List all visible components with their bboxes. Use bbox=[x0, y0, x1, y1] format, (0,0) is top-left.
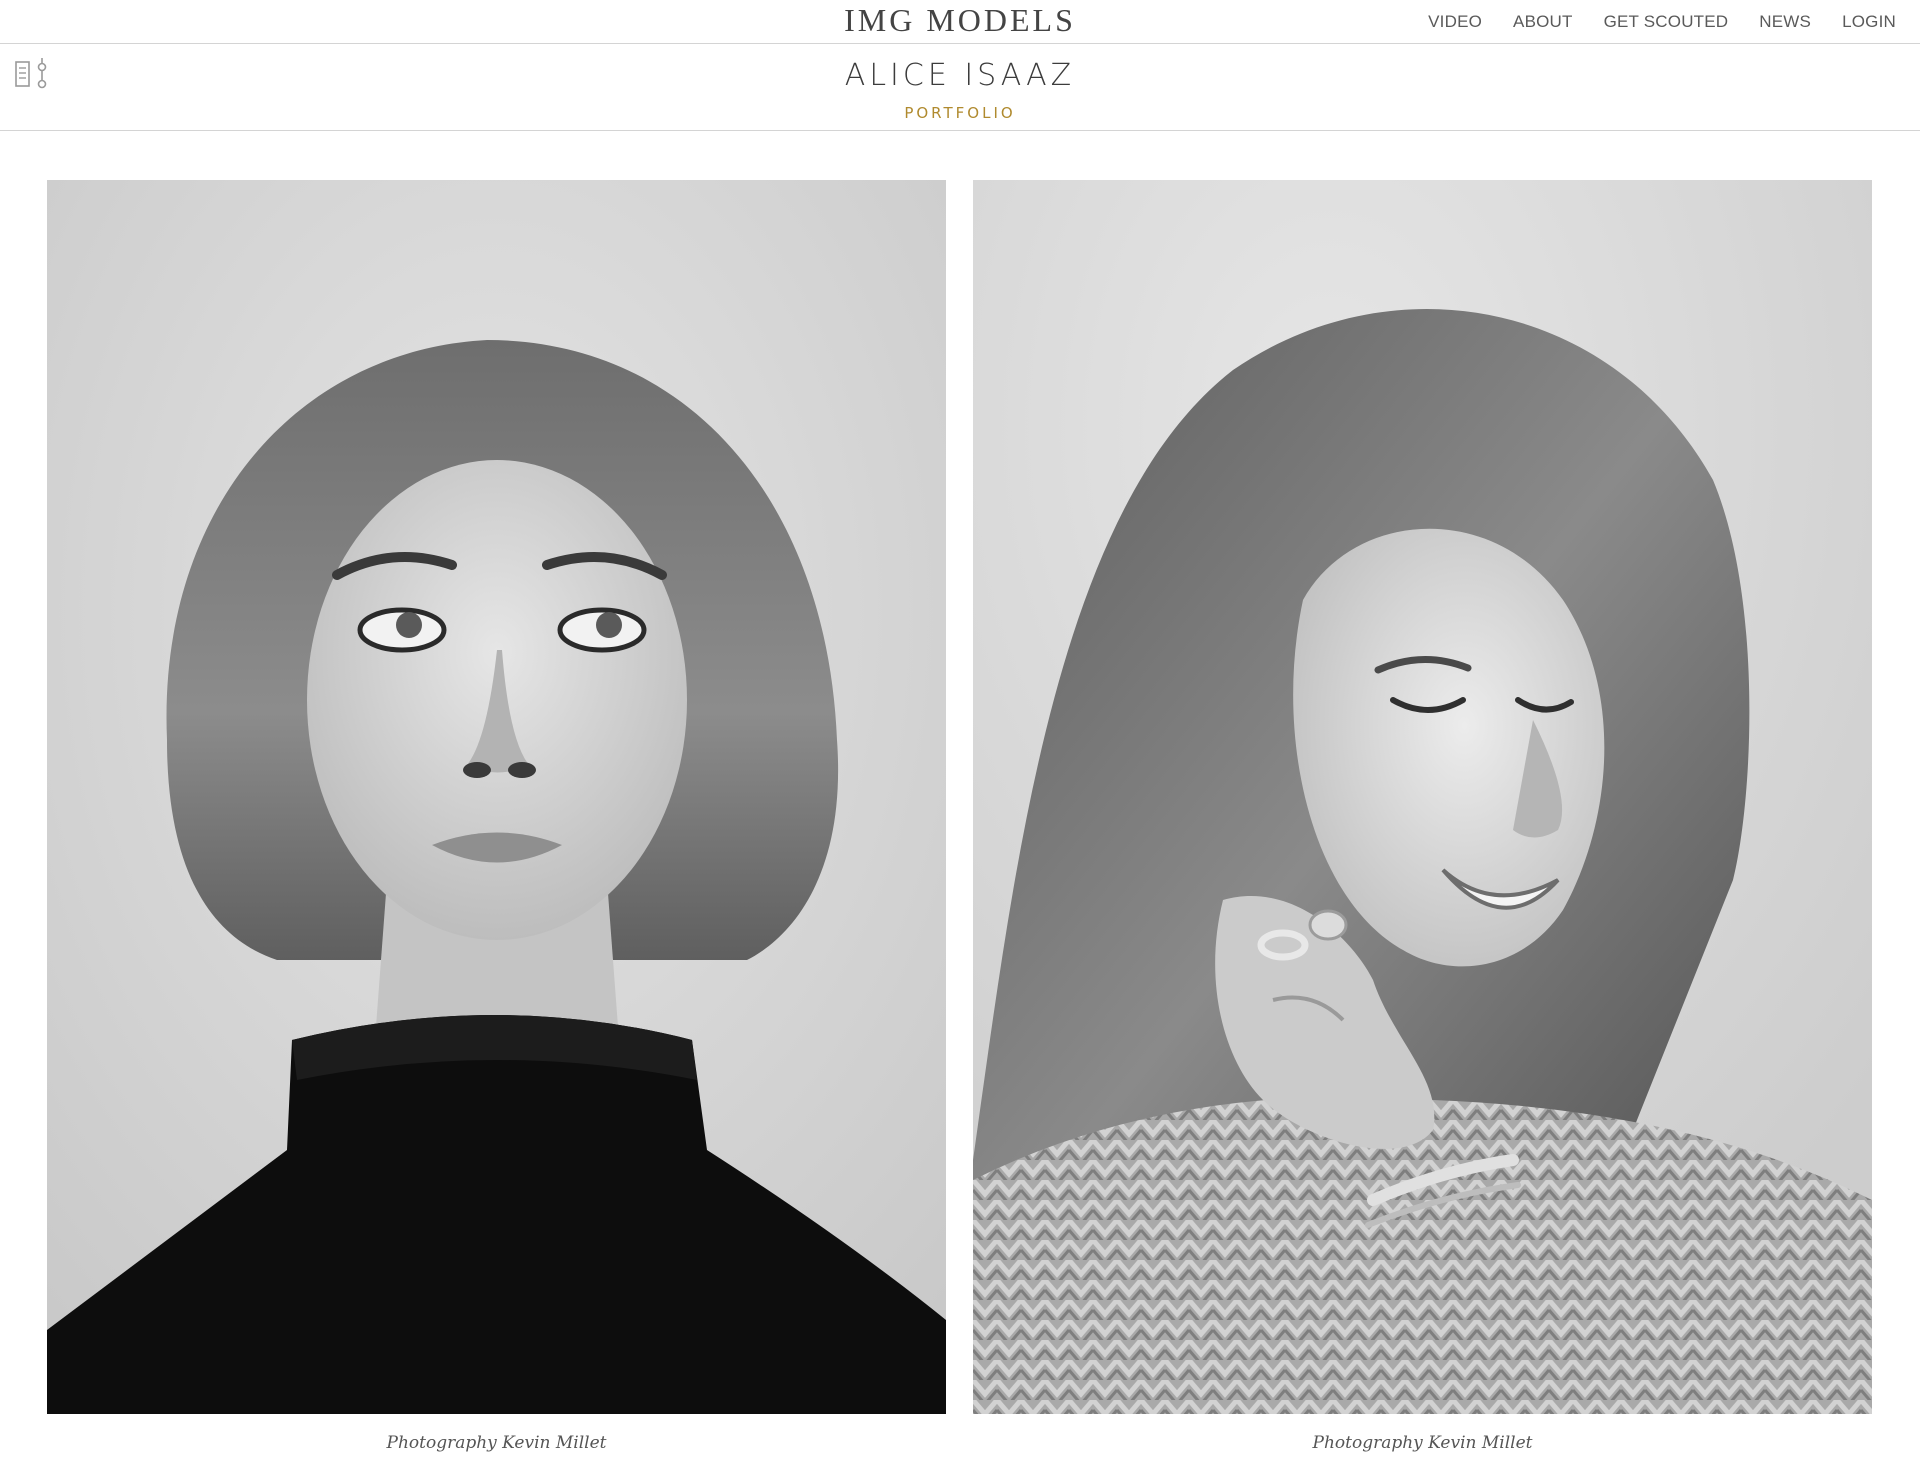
portfolio-photo-1[interactable] bbox=[47, 180, 946, 1414]
top-nav: VIDEO ABOUT GET SCOUTED NEWS LOGIN bbox=[1428, 0, 1896, 44]
photo-2-caption: Photography Kevin Millet bbox=[1312, 1433, 1533, 1453]
nav-login-link[interactable]: LOGIN bbox=[1842, 12, 1896, 32]
nav-video-link[interactable]: VIDEO bbox=[1428, 12, 1482, 32]
nav-news-link[interactable]: NEWS bbox=[1759, 12, 1811, 32]
nav-get-scouted-link[interactable]: GET SCOUTED bbox=[1604, 12, 1729, 32]
portfolio-photo-2[interactable] bbox=[973, 180, 1872, 1414]
photo-1-caption: Photography Kevin Millet bbox=[386, 1433, 607, 1453]
portfolio-label[interactable]: PORTFOLIO bbox=[0, 104, 1920, 122]
model-name: ALICE ISAAZ bbox=[844, 58, 1076, 93]
top-header: IMG MODELS VIDEO ABOUT GET SCOUTED NEWS … bbox=[0, 0, 1920, 44]
nav-about-link[interactable]: ABOUT bbox=[1513, 12, 1573, 32]
model-header: ALICE ISAAZ PORTFOLIO bbox=[0, 44, 1920, 131]
